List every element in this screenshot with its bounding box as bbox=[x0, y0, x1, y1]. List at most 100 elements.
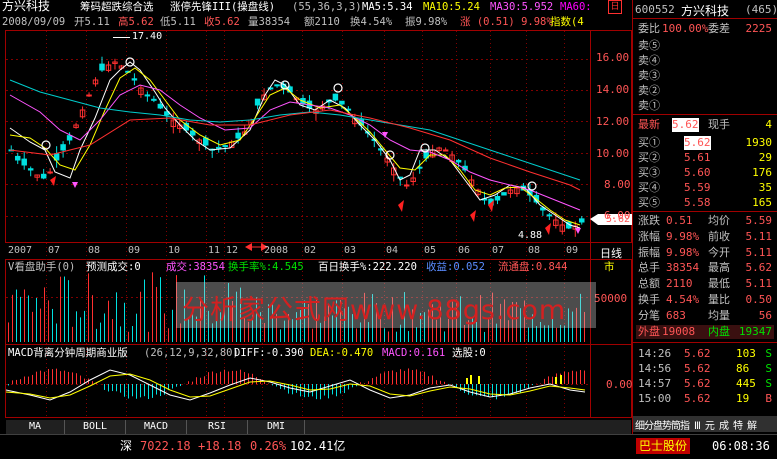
buy-row: 买①5.621930 bbox=[636, 136, 774, 150]
period-label[interactable]: 日线 bbox=[600, 245, 622, 261]
stat-value: 9.98% bbox=[666, 246, 699, 260]
quote-count: (465) bbox=[745, 3, 777, 16]
tick-time: 14:56 bbox=[638, 362, 671, 376]
buy-label: 买⑤ bbox=[638, 196, 660, 210]
stat-label: 换手 bbox=[638, 293, 660, 307]
stat-value-2: 56 bbox=[759, 309, 772, 323]
inner-label: 内盘 bbox=[708, 325, 730, 339]
buy-price: 5.58 bbox=[684, 196, 711, 210]
buy-row: 买③5.60176 bbox=[636, 166, 774, 180]
stat-value-2: 5.11 bbox=[746, 246, 773, 260]
buy-price: 5.61 bbox=[684, 151, 711, 165]
buy-stats-separator bbox=[633, 211, 777, 212]
buy-price: 5.60 bbox=[684, 166, 711, 180]
status-amount: 102.41亿 bbox=[290, 436, 345, 456]
stat-label: 振幅 bbox=[638, 246, 660, 260]
macd-axis-label: 0.00 bbox=[606, 378, 633, 391]
tick-volume: 445 bbox=[736, 377, 756, 391]
stat-label: 分笔 bbox=[638, 309, 660, 323]
weicha-value: 2225 bbox=[746, 22, 773, 36]
sell-label: 卖⑤ bbox=[638, 39, 660, 53]
stat-label-2: 均量 bbox=[708, 309, 730, 323]
tick-time: 14:26 bbox=[638, 347, 671, 361]
buy-volume: 1930 bbox=[746, 136, 773, 150]
tick-volume: 86 bbox=[736, 362, 749, 376]
month-label: 09 bbox=[566, 245, 578, 256]
tick-price: 5.62 bbox=[684, 347, 711, 361]
vol-income: 收益:0.052 bbox=[426, 261, 485, 274]
macd-value: MACD:0.161 bbox=[382, 347, 445, 360]
sell-row: 卖⑤ bbox=[636, 39, 774, 53]
buy-label: 买① bbox=[638, 136, 660, 150]
price-level-3: 12.00 bbox=[596, 116, 629, 127]
stat-label-2: 量比 bbox=[708, 293, 730, 307]
sell-buy-separator bbox=[633, 114, 777, 115]
month-axis: 200707080910111220080203040506070809 bbox=[0, 245, 590, 258]
tick-separator bbox=[633, 342, 777, 343]
status-index: 7022.18 bbox=[140, 436, 191, 456]
stat-value: 2110 bbox=[666, 277, 693, 291]
quote-code: 600552 bbox=[635, 3, 675, 16]
now-hand-value: 4 bbox=[765, 118, 772, 132]
vol-axis-label: 50000 bbox=[594, 292, 627, 305]
stat-label-2: 最低 bbox=[708, 277, 730, 291]
outer-label: 外盘 bbox=[638, 325, 660, 339]
sell-label: 卖③ bbox=[638, 69, 660, 83]
tab-boll[interactable]: BOLL bbox=[65, 420, 126, 434]
tab-ma[interactable]: MA bbox=[6, 420, 65, 434]
tick-price: 5.62 bbox=[684, 392, 711, 406]
stat-value-2: 5.11 bbox=[746, 230, 773, 244]
sell-label: 卖② bbox=[638, 84, 660, 98]
tab-macd[interactable]: MACD bbox=[126, 420, 187, 434]
vol-hundred-day: 百日换手%:222.220 bbox=[318, 261, 417, 274]
tab-dmi[interactable]: DMI bbox=[248, 420, 305, 434]
buy-row: 买② 5.61 29 bbox=[636, 151, 774, 165]
peak-price-label: 17.40 bbox=[132, 31, 162, 42]
stat-label-2: 今开 bbox=[708, 246, 730, 260]
outer-value: 19008 bbox=[662, 325, 695, 339]
buy-volume: 35 bbox=[759, 181, 772, 195]
latest-value: 5.62 bbox=[672, 118, 699, 132]
weibi-label: 委比 bbox=[638, 22, 660, 36]
tick-time: 15:00 bbox=[638, 392, 671, 406]
quote-tabs-label: 细分盘势筒指 Ⅲ 元 成 特 解 bbox=[635, 417, 756, 432]
tab-rsi[interactable]: RSI bbox=[187, 420, 248, 434]
latest-label: 最新 bbox=[638, 118, 660, 132]
status-ticker[interactable]: 巴士股份 bbox=[636, 438, 690, 454]
quote-tabs[interactable]: 细分盘势筒指 Ⅲ 元 成 特 解 bbox=[633, 416, 777, 432]
tick-row: 14:265.62103S bbox=[636, 347, 774, 361]
weibi-value: 100.00% bbox=[662, 22, 708, 36]
tick-volume: 103 bbox=[736, 347, 756, 361]
stat-row: 分笔683均量56 bbox=[636, 309, 774, 323]
price-level-1: 16.00 bbox=[596, 52, 629, 63]
macd-title: MACD背离分钟周期商业版 bbox=[8, 347, 128, 360]
quote-name: 方兴科技 bbox=[681, 2, 729, 19]
sell-row: 卖② bbox=[636, 84, 774, 98]
vol-market: 市 bbox=[604, 261, 615, 274]
stat-value-2: 5.11 bbox=[746, 277, 773, 291]
buy-price: 5.59 bbox=[684, 181, 711, 195]
inner-value: 19347 bbox=[739, 325, 772, 339]
tick-direction: B bbox=[765, 392, 772, 406]
tick-direction: S bbox=[765, 362, 772, 376]
month-label: 12 bbox=[226, 245, 238, 256]
month-label: 09 bbox=[128, 245, 140, 256]
sell-label: 卖④ bbox=[638, 54, 660, 68]
month-label: 02 bbox=[304, 245, 316, 256]
vol-turnover-rate: 换手率%:4.545 bbox=[228, 261, 304, 274]
stat-row: 总手38354最高5.62 bbox=[636, 261, 774, 275]
price-level-5: 8.00 bbox=[604, 179, 631, 190]
buy-volume: 176 bbox=[752, 166, 772, 180]
buy-label: 买② bbox=[638, 151, 660, 165]
stat-value: 4.54% bbox=[666, 293, 699, 307]
vol-predict: 预测成交:0 bbox=[86, 261, 141, 274]
sell-row: 卖① bbox=[636, 99, 774, 113]
tick-row: 15:005.6219B bbox=[636, 392, 774, 406]
last-price-tag: 5.62 bbox=[606, 214, 630, 225]
stat-row: 涨跌0.51均价5.59 bbox=[636, 214, 774, 228]
buy-volume: 29 bbox=[759, 151, 772, 165]
vol-volume: 成交:38354 bbox=[166, 261, 225, 274]
now-hand-label: 现手 bbox=[708, 118, 730, 132]
quote-separator bbox=[633, 18, 777, 19]
status-change: +18.18 bbox=[198, 436, 241, 456]
